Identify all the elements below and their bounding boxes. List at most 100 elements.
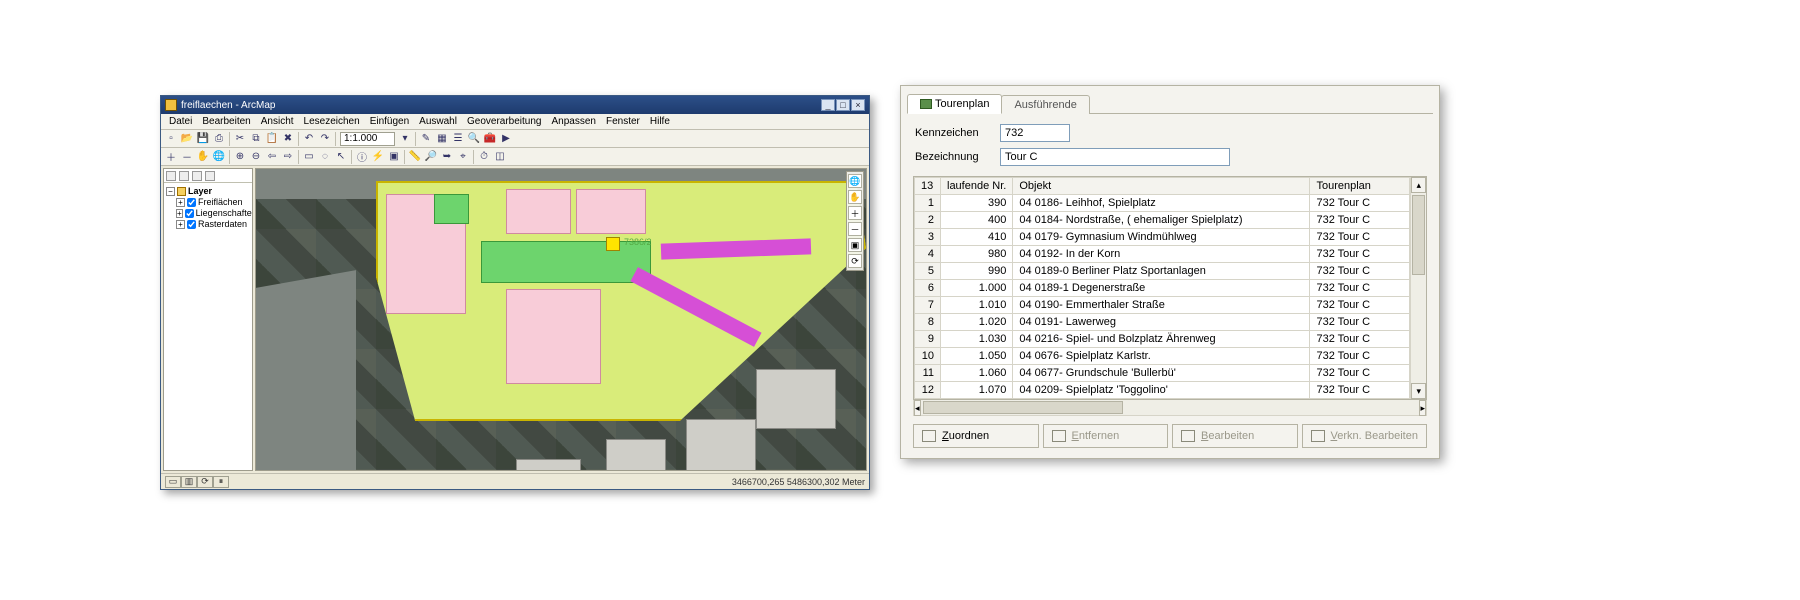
select-elements-icon[interactable]: ↖ [333,149,349,164]
zuordnen-button[interactable]: Zuordnen [913,424,1039,448]
menu-geoverarbeitung[interactable]: Geoverarbeitung [463,116,546,127]
scroll-thumb[interactable] [923,401,1123,414]
undo-icon[interactable]: ↶ [301,131,317,146]
table-icon[interactable]: ▦ [434,131,450,146]
paste-icon[interactable]: 📋 [264,131,280,146]
scale-input[interactable]: 1:1.000 [340,132,395,146]
nav-zoomin-icon[interactable]: ＋ [848,206,862,220]
clear-selection-icon[interactable]: ◌ [317,149,333,164]
catalog-icon[interactable]: ☰ [450,131,466,146]
hyperlink-icon[interactable]: ⚡ [370,149,386,164]
table-row[interactable]: 240004 0184- Nordstraße, ( ehemaliger Sp… [915,212,1410,229]
col-objekt[interactable]: Objekt [1013,178,1310,195]
close-button[interactable]: × [851,99,865,111]
menu-datei[interactable]: Datei [165,116,196,127]
scale-dropdown-icon[interactable]: ▾ [397,131,413,146]
expand-icon[interactable]: + [176,209,183,218]
arctoolbox-icon[interactable]: 🧰 [482,131,498,146]
scroll-up-icon[interactable]: ▴ [1411,177,1426,193]
zoom-out-icon[interactable]: － [179,149,195,164]
bezeichnung-input[interactable] [1000,148,1230,166]
table-row[interactable]: 81.02004 0191- Lawerweg732 Tour C [915,314,1410,331]
table-row[interactable]: 91.03004 0216- Spiel- und Bolzplatz Ähre… [915,331,1410,348]
menu-anpassen[interactable]: Anpassen [547,116,599,127]
horizontal-scrollbar[interactable]: ◂ ▸ [913,400,1427,416]
copy-icon[interactable]: ⧉ [248,131,264,146]
grid-table[interactable]: 13 laufende Nr. Objekt Tourenplan 139004… [914,177,1410,399]
nav-globe-icon[interactable]: 🌐 [848,174,862,188]
zoom-in-icon[interactable]: ＋ [163,149,179,164]
table-row[interactable]: 71.01004 0190- Emmerthaler Straße732 Tou… [915,297,1410,314]
pan-icon[interactable]: ✋ [195,149,211,164]
list-by-visibility-icon[interactable] [192,171,202,181]
menu-auswahl[interactable]: Auswahl [415,116,461,127]
scroll-track[interactable] [1411,193,1426,383]
menu-bearbeiten[interactable]: Bearbeiten [198,116,254,127]
tree-root[interactable]: − Layer [166,186,250,197]
col-laufende-nr[interactable]: laufende Nr. [941,178,1013,195]
tab-tourenplan[interactable]: Tourenplan [907,94,1002,114]
identify-icon[interactable]: ⓘ [354,149,370,164]
maximize-button[interactable]: □ [836,99,850,111]
full-extent-icon[interactable]: 🌐 [211,149,227,164]
menu-fenster[interactable]: Fenster [602,116,644,127]
html-popup-icon[interactable]: ▣ [386,149,402,164]
list-by-source-icon[interactable] [179,171,189,181]
search-icon[interactable]: 🔍 [466,131,482,146]
table-row[interactable]: 341004 0179- Gymnasium Windmühlweg732 To… [915,229,1410,246]
table-row[interactable]: 61.00004 0189-1 Degenerstraße732 Tour C [915,280,1410,297]
editor-icon[interactable]: ✎ [418,131,434,146]
redo-icon[interactable]: ↷ [317,131,333,146]
back-extent-icon[interactable]: ⇦ [264,149,280,164]
collapse-icon[interactable]: − [166,187,175,196]
map-canvas[interactable]: 7386/2 🌐 ✋ ＋ － ▣ ⟳ [255,168,867,471]
scroll-right-icon[interactable]: ▸ [1419,400,1426,416]
python-icon[interactable]: ▶ [498,131,514,146]
layer-liegenschaften[interactable]: + Liegenschaften [166,208,250,219]
new-icon[interactable]: ▫ [163,131,179,146]
table-row[interactable]: 599004 0189-0 Berliner Platz Sportanlage… [915,263,1410,280]
layer-rasterdaten[interactable]: + Rasterdaten [166,219,250,230]
nav-zoomout-icon[interactable]: － [848,222,862,236]
vertical-scrollbar[interactable]: ▴ ▾ [1410,177,1426,399]
list-by-drawing-order-icon[interactable] [166,171,176,181]
layer-visibility-checkbox[interactable] [185,209,194,218]
fwd-extent-icon[interactable]: ⇨ [280,149,296,164]
fixed-zoom-in-icon[interactable]: ⊕ [232,149,248,164]
layer-freiflaechen[interactable]: + Freiflächen [166,197,250,208]
open-icon[interactable]: 📂 [179,131,195,146]
table-row[interactable]: 121.07004 0209- Spielplatz 'Toggolino'73… [915,382,1410,399]
data-view-tab[interactable]: ▭ [165,476,181,488]
expand-icon[interactable]: + [176,220,185,229]
refresh-view-icon[interactable]: ⟳ [197,476,213,488]
verkn-bearbeiten-button[interactable]: Verkn. Bearbeiten [1302,424,1428,448]
layout-view-tab[interactable]: ▥ [181,476,197,488]
scroll-thumb[interactable] [1412,195,1425,275]
kennzeichen-input[interactable] [1000,124,1070,142]
fixed-zoom-out-icon[interactable]: ⊖ [248,149,264,164]
bearbeiten-button[interactable]: Bearbeiten [1172,424,1298,448]
layer-visibility-checkbox[interactable] [187,198,196,207]
pause-draw-icon[interactable]: ⏸ [213,476,229,488]
time-slider-icon[interactable]: ⏱ [476,149,492,164]
nav-full-icon[interactable]: ▣ [848,238,862,252]
find-route-icon[interactable]: ➥ [439,149,455,164]
nav-pan-icon[interactable]: ✋ [848,190,862,204]
entfernen-button[interactable]: Entfernen [1043,424,1169,448]
row-count-header[interactable]: 13 [915,178,941,195]
save-icon[interactable]: 💾 [195,131,211,146]
print-icon[interactable]: ⎙ [211,131,227,146]
scroll-down-icon[interactable]: ▾ [1411,383,1426,399]
table-row[interactable]: 139004 0186- Leihhof, Spielplatz732 Tour… [915,195,1410,212]
menu-einfuegen[interactable]: Einfügen [366,116,413,127]
col-tourenplan[interactable]: Tourenplan [1310,178,1410,195]
layer-visibility-checkbox[interactable] [187,220,196,229]
titlebar[interactable]: freiflaechen - ArcMap _ □ × [161,96,869,114]
tab-ausfuehrende[interactable]: Ausführende [1001,95,1089,114]
measure-icon[interactable]: 📏 [407,149,423,164]
scroll-track[interactable] [921,400,1420,415]
expand-icon[interactable]: + [176,198,185,207]
menu-lesezeichen[interactable]: Lesezeichen [300,116,364,127]
minimize-button[interactable]: _ [821,99,835,111]
menu-hilfe[interactable]: Hilfe [646,116,674,127]
